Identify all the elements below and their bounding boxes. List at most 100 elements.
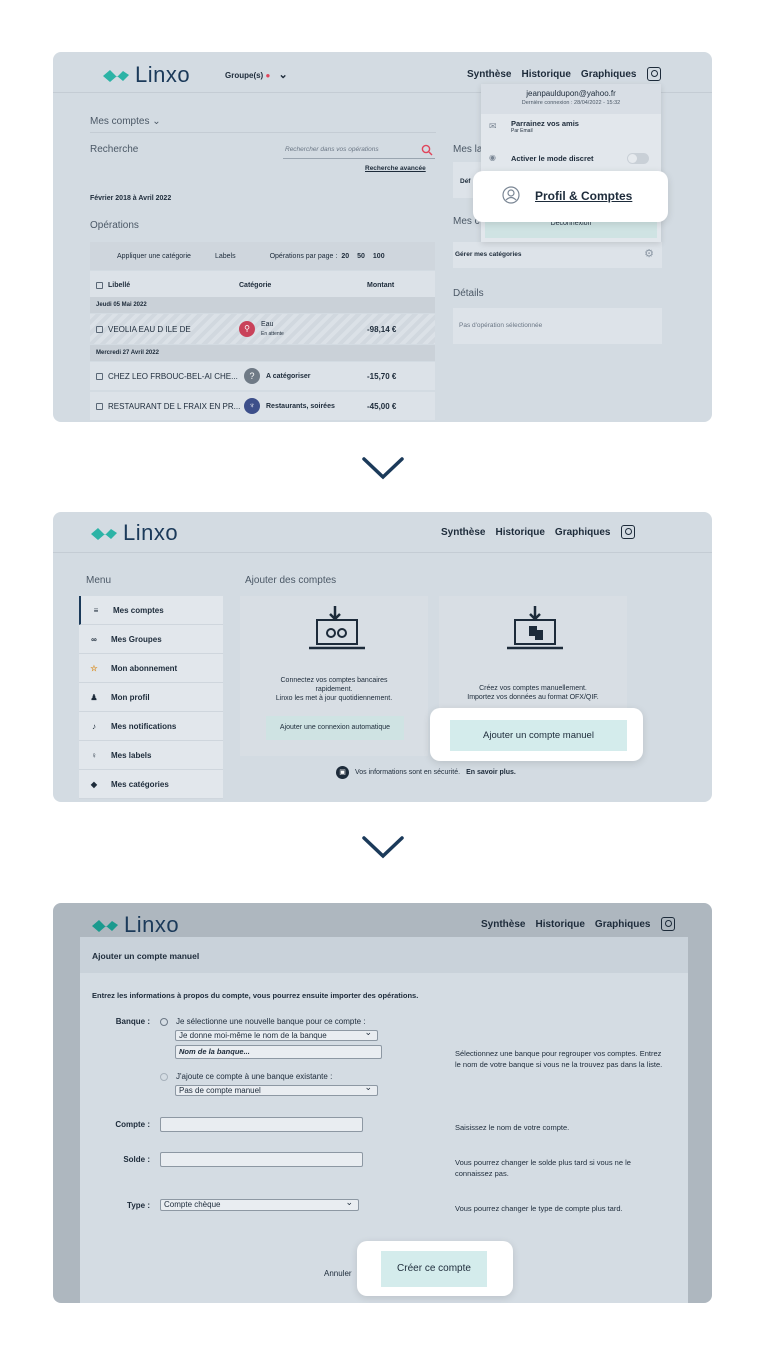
security-learn-more-link[interactable]: En savoir plus.: [466, 769, 516, 776]
profile-accounts-highlight[interactable]: Profil & Comptes: [473, 171, 668, 222]
chevron-down-icon: [362, 457, 404, 480]
table-row[interactable]: RESTAURANT DE L FRAIX EN PR... ♆ Restaur…: [90, 392, 435, 420]
refer-friends-item[interactable]: Parrainez vos amis Par Email: [511, 119, 579, 134]
nav-synthese[interactable]: Synthèse: [467, 69, 511, 80]
search-input[interactable]: Rechercher dans vos opérations: [283, 143, 435, 159]
menu-label: Mon profil: [111, 692, 150, 702]
linxo-logo[interactable]: Linxo: [90, 912, 179, 938]
discreet-mode-toggle[interactable]: [627, 153, 649, 164]
per-page-label: Opérations par page :: [269, 252, 338, 260]
row-checkbox[interactable]: [96, 402, 103, 410]
menu-item-mes-labels[interactable]: ♀ Mes labels: [79, 741, 223, 770]
add-manual-account-button[interactable]: Ajouter un compte manuel: [450, 720, 627, 751]
menu-item-mes-comptes[interactable]: ≡ Mes comptes: [79, 596, 223, 625]
create-account-button[interactable]: Créer ce compte: [381, 1251, 487, 1287]
labels-button[interactable]: Labels: [215, 253, 236, 260]
new-bank-text: Je sélectionne une nouvelle banque pour …: [176, 1017, 366, 1026]
select-all-checkbox[interactable]: [96, 281, 103, 289]
menu-label: Mes comptes: [113, 605, 164, 615]
row-category[interactable]: ? A catégoriser: [244, 368, 367, 384]
add-accounts-title: Ajouter des comptes: [245, 575, 337, 586]
details-empty-text: Pas d'opération sélectionnée: [459, 322, 543, 329]
period-label: Février 2018 à Avril 2022: [90, 195, 172, 202]
cancel-button[interactable]: Annuler: [324, 1269, 352, 1278]
search-label: Recherche: [90, 144, 139, 155]
per-page-100[interactable]: 100: [373, 253, 385, 260]
new-bank-select[interactable]: Je donne moi-même le nom de la banque: [175, 1028, 378, 1041]
new-bank-option[interactable]: Je sélectionne une nouvelle banque pour …: [160, 1017, 365, 1026]
labels-card-text: Déf: [460, 178, 471, 185]
user-icon[interactable]: [646, 67, 661, 81]
row-category[interactable]: ⚲ Eau En attente: [239, 320, 367, 338]
menu-item-mon-profil[interactable]: ♟ Mon profil: [79, 683, 223, 712]
row-category[interactable]: ♆ Restaurants, soirées: [244, 398, 367, 414]
balance-input[interactable]: [160, 1152, 363, 1167]
advanced-search-link[interactable]: Recherche avancée: [365, 165, 426, 172]
details-card: Pas d'opération sélectionnée: [453, 308, 662, 344]
brand-name: Linxo: [123, 520, 179, 545]
user-icon[interactable]: [620, 525, 635, 539]
menu-item-mes-notifications[interactable]: ♪ Mes notifications: [79, 712, 223, 741]
account-type-select[interactable]: Compte chèque: [160, 1197, 359, 1211]
dialog-intro: Entrez les informations à propos du comp…: [92, 991, 419, 1000]
chevron-down-icon: [362, 836, 404, 859]
bank-name-input[interactable]: Nom de la banque...: [175, 1045, 382, 1059]
new-bank-radio[interactable]: [160, 1017, 168, 1026]
user-icon[interactable]: [660, 917, 675, 931]
search-icon[interactable]: [421, 144, 433, 156]
nav-historique[interactable]: Historique: [521, 69, 570, 80]
existing-bank-radio[interactable]: [160, 1072, 168, 1081]
laptop-sync-icon: [309, 606, 365, 650]
security-text: Vos informations sont en sécurité.: [355, 769, 461, 776]
account-help: Saisissez le nom de votre compte.: [455, 1123, 570, 1132]
account-name-input[interactable]: [160, 1117, 363, 1132]
add-auto-connection-button[interactable]: Ajouter une connexion automatique: [266, 716, 404, 740]
row-category-status: En attente: [261, 331, 284, 337]
bank-help-line: Sélectionnez une banque pour regrouper v…: [455, 1049, 662, 1058]
apply-category-button[interactable]: Appliquer une catégorie: [117, 253, 191, 260]
cutlery-icon: ♆: [244, 398, 260, 414]
nav-synthese[interactable]: Synthèse: [441, 527, 485, 538]
binoculars-icon: ∞: [91, 634, 97, 644]
table-row[interactable]: VEOLIA EAU D ILE DE ⚲ Eau En attente -98,…: [90, 314, 435, 344]
linxo-logo-icon: [92, 920, 118, 932]
nav-historique[interactable]: Historique: [535, 919, 584, 930]
menu-item-mes-categories[interactable]: ◆ Mes catégories: [79, 770, 223, 799]
account-email: jeanpauldupon@yahoo.fr: [526, 89, 616, 98]
groups-label: Groupe(s): [225, 71, 264, 80]
step2-screenshot: Linxo Synthèse Historique Graphiques Men…: [53, 512, 712, 802]
per-page-50[interactable]: 50: [357, 253, 365, 260]
row-checkbox[interactable]: [96, 325, 103, 333]
step1-screenshot: Linxo Groupe(s) ● ⌄ Synthèse Historique …: [53, 52, 712, 422]
gear-icon[interactable]: ⚙: [644, 247, 654, 260]
menu-label: Mes Groupes: [111, 634, 162, 644]
table-row[interactable]: CHEZ LEO FRBOUC-BEL-AI CHE... ? A catégo…: [90, 362, 435, 390]
manage-categories-row[interactable]: Gérer mes catégories ⚙: [453, 242, 662, 268]
nav-graphiques[interactable]: Graphiques: [581, 69, 637, 80]
nav-synthese[interactable]: Synthèse: [481, 919, 525, 930]
col-label: Libellé: [108, 281, 131, 289]
accounts-section-title[interactable]: Mes comptes ⌄: [90, 116, 161, 127]
nav-graphiques[interactable]: Graphiques: [555, 527, 611, 538]
linxo-logo-icon: [103, 70, 129, 82]
row-label: CHEZ LEO FRBOUC-BEL-AI CHE...: [108, 371, 238, 381]
nav-historique[interactable]: Historique: [495, 527, 544, 538]
groups-dropdown[interactable]: Groupe(s) ● ⌄: [225, 68, 288, 81]
menu-item-mes-groupes[interactable]: ∞ Mes Groupes: [79, 625, 223, 654]
existing-bank-select[interactable]: Pas de compte manuel: [175, 1083, 378, 1096]
eye-icon: ◉: [489, 153, 496, 162]
auto-text-line: Linxo les met à jour quotidiennement.: [275, 695, 393, 702]
envelope-icon: ✉: [489, 121, 497, 131]
nav-graphiques[interactable]: Graphiques: [595, 919, 651, 930]
linxo-logo[interactable]: Linxo: [89, 520, 178, 546]
row-checkbox[interactable]: [96, 372, 103, 380]
per-page-20[interactable]: 20: [341, 253, 349, 260]
menu-item-mon-abonnement[interactable]: ☆ Mon abonnement: [79, 654, 223, 683]
menu-label: Mes catégories: [111, 779, 169, 789]
existing-bank-option[interactable]: J'ajoute ce compte à une banque existant…: [160, 1072, 332, 1081]
linxo-logo[interactable]: Linxo: [101, 62, 190, 88]
labels-section-title: Mes la: [453, 144, 483, 155]
create-account-highlight: Créer ce compte: [357, 1241, 513, 1296]
bank-help-line: le nom de votre banque si vous ne la tro…: [455, 1060, 663, 1069]
manual-text-line: Importez vos données au format OFX/QIF.: [467, 694, 599, 701]
